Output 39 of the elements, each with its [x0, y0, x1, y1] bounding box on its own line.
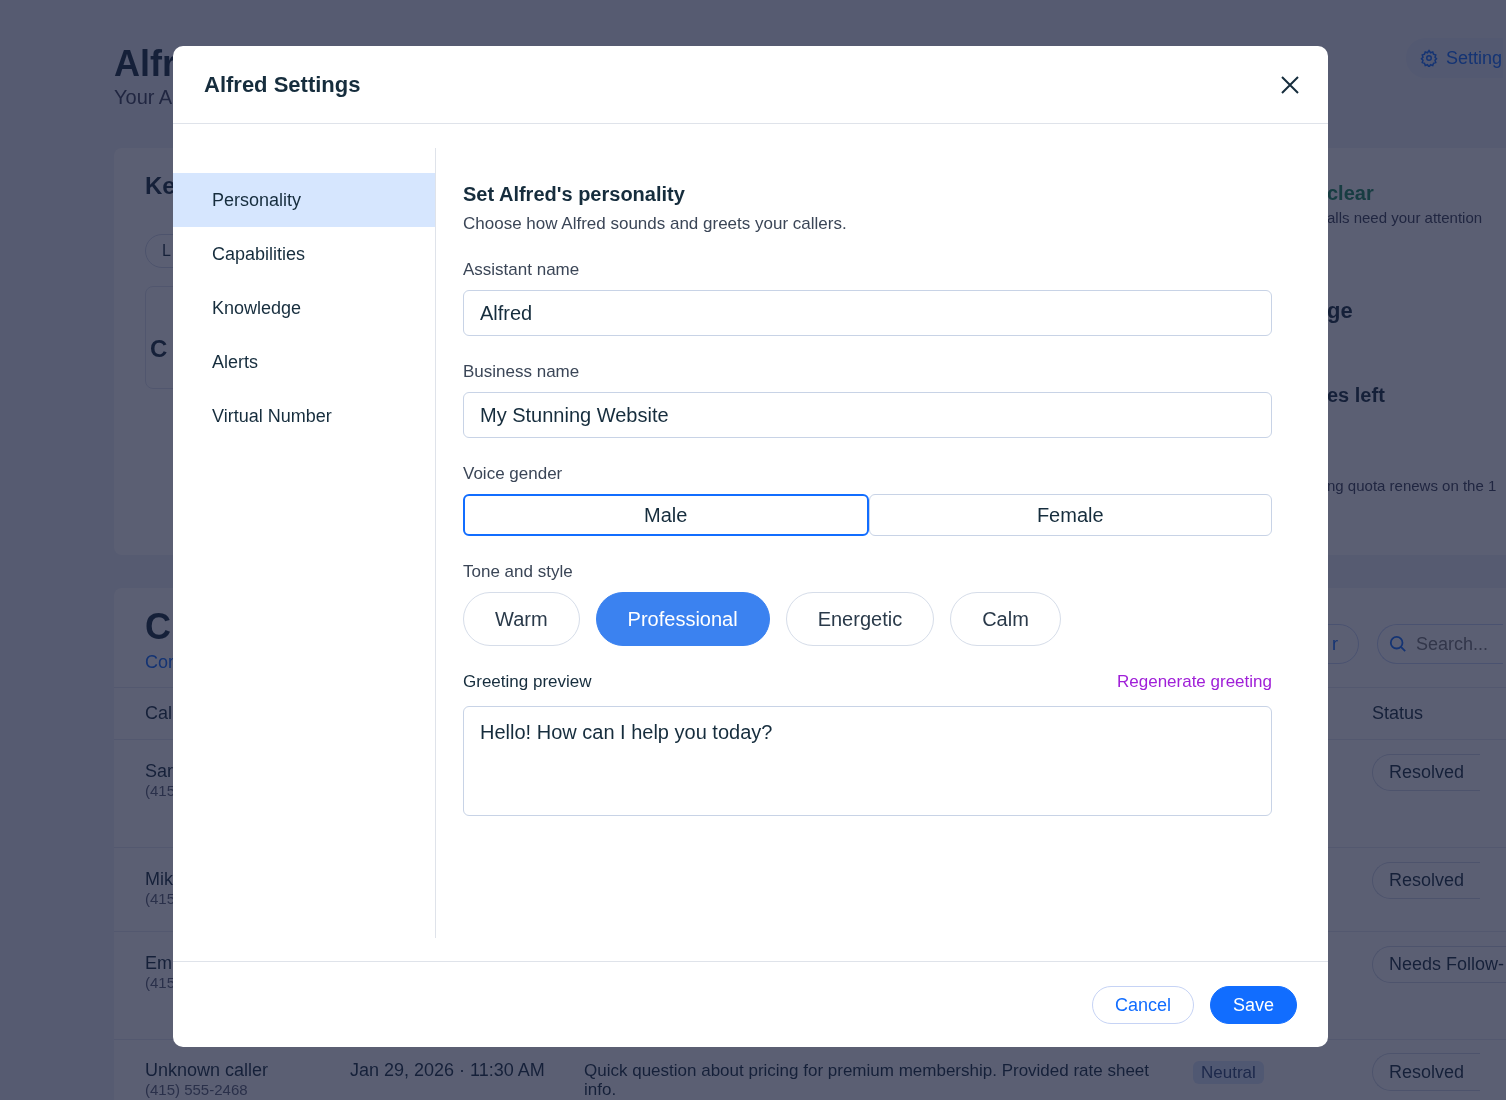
section-title: Set Alfred's personality — [463, 183, 686, 206]
card-title: Ke — [145, 172, 176, 200]
sidebar-item[interactable]: Capabilities — [173, 227, 435, 281]
sidebar-item[interactable]: Virtual Number — [173, 389, 435, 443]
regenerate-link[interactable]: Regenerate greeting — [1117, 672, 1272, 692]
tone-chip[interactable]: Professional — [595, 592, 770, 646]
segment-option[interactable]: Male — [463, 494, 869, 536]
save-button[interactable]: Save — [1209, 986, 1297, 1024]
column-header: Status — [1372, 703, 1425, 724]
field-label: Assistant name — [463, 260, 581, 280]
segment-option[interactable]: Female — [868, 494, 1272, 536]
status-title: clear — [1327, 182, 1374, 205]
cancel-button[interactable]: Cancel — [1091, 986, 1194, 1024]
input-field[interactable]: My Stunning Website — [463, 392, 1272, 438]
column-header: Cal — [145, 703, 173, 724]
section-subtitle: Choose how Alfred sounds and greets your callers. — [463, 214, 848, 234]
greeting-field[interactable]: Hello! How can I help you today? — [463, 706, 1272, 816]
field-label: Greeting preview — [463, 672, 592, 692]
call-date: Jan 29, 2026 · 11:30 AM — [350, 1060, 545, 1080]
dialog-title: Alfred Settings — [204, 71, 361, 98]
usage-note: ng quota renews on the 1 — [1327, 477, 1497, 494]
status-text: alls need your attention — [1327, 209, 1483, 226]
caller-name: Sar — [145, 761, 173, 781]
field-label: Voice gender — [463, 464, 564, 484]
page-title: Alfr — [114, 44, 176, 84]
usage-value: es left — [1327, 384, 1385, 407]
tone-chip[interactable]: Calm — [950, 592, 1061, 646]
tone-chip[interactable]: Energetic — [785, 592, 935, 646]
caller-name: Unknown caller — [145, 1060, 269, 1080]
field-label: Tone and style — [463, 562, 574, 582]
usage-title: ge — [1327, 298, 1353, 324]
tone-chip[interactable]: Warm — [463, 592, 580, 646]
input-field[interactable]: Alfred — [463, 290, 1272, 336]
call-summary: Quick question about pricing for premium membership. Provided rate sheet info. — [584, 1061, 1150, 1099]
field-label: Business name — [463, 362, 581, 382]
sidebar-item[interactable]: Personality — [173, 173, 435, 227]
card-title: C — [145, 606, 171, 648]
caller-name: Em — [145, 953, 172, 973]
caller-name: Mik — [145, 869, 173, 889]
